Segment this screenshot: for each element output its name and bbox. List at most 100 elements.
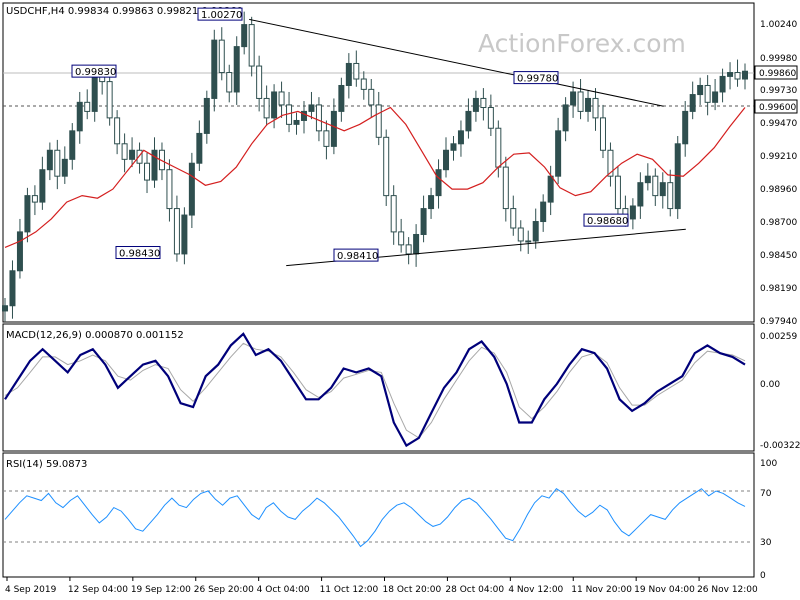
candle-body xyxy=(308,104,315,112)
candle-body xyxy=(121,143,128,160)
price-y-tick: 0.99980 xyxy=(760,54,797,64)
candle-body xyxy=(697,84,704,96)
forex-chart: ActionForex.com USDCHF,H4 0.99834 0.9986… xyxy=(0,0,800,600)
candle-body xyxy=(599,117,606,151)
macd-y-tick: -0.003221 xyxy=(760,441,800,451)
candle-body xyxy=(368,88,375,106)
candle-body xyxy=(114,117,121,145)
annotation-label: 0.98680 xyxy=(587,216,628,227)
candle-body xyxy=(271,91,278,119)
candle-body xyxy=(465,110,472,132)
candle-body xyxy=(256,65,263,99)
candle-body xyxy=(91,75,98,112)
annotation-label: 0.99780 xyxy=(517,74,558,85)
candle-body xyxy=(233,46,240,93)
candle-body xyxy=(241,24,248,48)
candle-body xyxy=(398,231,405,246)
candle-body xyxy=(345,62,352,86)
candle-body xyxy=(151,149,158,181)
x-tick-label: 28 Oct 04:00 xyxy=(445,585,504,595)
macd-panel-frame xyxy=(2,323,755,452)
price-y-tick: 0.98960 xyxy=(760,185,797,195)
price-y-tick: 0.99210 xyxy=(760,152,797,162)
candle-body xyxy=(742,70,748,80)
candle-body xyxy=(525,240,532,243)
candle-body xyxy=(495,127,502,168)
price-y-tick: 0.98190 xyxy=(760,284,797,294)
candle-body xyxy=(166,169,173,210)
candle-body xyxy=(405,244,412,255)
candle-body xyxy=(577,91,584,112)
candle-body xyxy=(428,195,435,210)
candle-body xyxy=(443,149,450,171)
candle-body xyxy=(629,205,636,220)
candle-body xyxy=(173,208,180,255)
candle-body xyxy=(293,119,300,125)
candle-body xyxy=(211,39,218,99)
rsi-header: RSI(14) 59.0873 xyxy=(6,459,87,470)
candle-body xyxy=(129,149,136,160)
candle-body xyxy=(353,62,360,80)
candle-body xyxy=(734,72,741,80)
candle-body xyxy=(450,143,457,151)
candle-body xyxy=(196,132,203,164)
candle-body xyxy=(39,169,46,203)
candle-body xyxy=(614,175,621,210)
candle-body xyxy=(323,130,330,147)
rsi-y-tick: 0 xyxy=(760,571,766,581)
macd-header: MACD(12,26,9) 0.000870 0.001152 xyxy=(6,330,184,341)
candle-body xyxy=(689,94,696,112)
candle-body xyxy=(76,101,83,132)
candle-body xyxy=(510,208,517,229)
candle-body xyxy=(181,214,188,255)
candle-body xyxy=(144,162,151,181)
price-y-tick: 0.98700 xyxy=(760,218,797,228)
candle-body xyxy=(547,175,554,203)
candle-body xyxy=(562,104,569,132)
rsi-y-tick: 70 xyxy=(760,489,772,499)
annotation-label: 0.99830 xyxy=(75,67,116,78)
candle-body xyxy=(69,130,76,160)
candle-body xyxy=(652,175,659,197)
candle-body xyxy=(84,101,91,112)
candle-body xyxy=(712,91,719,103)
candle-body xyxy=(480,97,487,109)
candle-body xyxy=(435,169,442,197)
candle-body xyxy=(420,208,427,235)
annotation-label: 0.98410 xyxy=(337,251,378,262)
rsi-y-tick: 30 xyxy=(760,538,772,548)
candle-body xyxy=(390,195,397,233)
price-y-tick: 0.97940 xyxy=(760,317,797,327)
candle-body xyxy=(682,110,689,145)
candle-body xyxy=(46,149,53,171)
candle-body xyxy=(472,97,479,112)
candle-body xyxy=(502,166,509,210)
rsi-panel-frame xyxy=(2,452,755,578)
candle-body xyxy=(248,24,255,67)
candle-body xyxy=(330,110,337,147)
candle-body xyxy=(555,130,562,177)
candle-body xyxy=(540,201,547,223)
candle-body xyxy=(487,107,494,129)
candle-body xyxy=(54,149,61,177)
candle-body xyxy=(360,78,367,90)
candle-body xyxy=(413,233,420,255)
candle-body xyxy=(31,195,38,203)
x-tick-label: 11 Oct 12:00 xyxy=(320,585,379,595)
annotation-label: 1.00270 xyxy=(201,10,242,21)
candle-body xyxy=(9,270,16,307)
candle-body xyxy=(719,75,726,93)
candle-body xyxy=(383,136,390,197)
x-tick-label: 4 Oct 04:00 xyxy=(257,585,310,595)
price-y-tick: 0.99730 xyxy=(760,86,797,96)
x-tick-label: 26 Sep 20:00 xyxy=(194,585,254,595)
candle-body xyxy=(375,104,382,138)
candle-body xyxy=(203,97,210,134)
candle-body xyxy=(61,158,68,177)
candle-body xyxy=(704,84,711,103)
price-y-tick: 0.99470 xyxy=(760,119,797,129)
candle-body xyxy=(659,182,666,197)
x-tick-label: 19 Sep 12:00 xyxy=(131,585,191,595)
candle-body xyxy=(218,39,225,74)
candle-body xyxy=(457,130,464,145)
